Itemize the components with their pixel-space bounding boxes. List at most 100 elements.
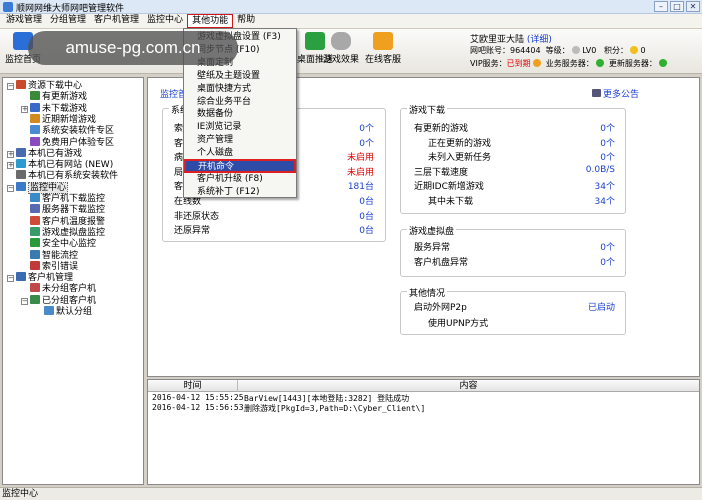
tree-item[interactable]: − 资源下载中心 <box>7 80 82 91</box>
tree-node-icon <box>30 125 40 135</box>
update-server-ok-icon <box>658 59 667 67</box>
menu-bar: 游戏管理 分组管理 客户机管理 监控中心 其他功能 帮助 <box>0 14 702 29</box>
log-col-time[interactable]: 时间 <box>148 380 238 392</box>
tree-item[interactable]: 客户机温度报警 <box>21 215 105 227</box>
tree-item[interactable]: 免费用户体验专区 <box>21 136 115 148</box>
game_download-row-label: 近期IDC新增游戏 <box>414 182 484 193</box>
game_download-row-value: 0.0B/S <box>585 164 615 175</box>
speaker-icon <box>591 89 601 97</box>
status-bar: 监控中心 <box>0 487 702 500</box>
tree-item[interactable]: + 本机已有游戏 <box>7 147 83 159</box>
gamepad-icon <box>331 32 351 50</box>
tree-item[interactable]: 索引错误 <box>21 260 79 272</box>
menu-other-functions[interactable]: 其他功能 <box>187 14 234 28</box>
tree-node-icon <box>16 181 26 191</box>
log-table: 时间 内容 2016-04-12 15:55:25 BarView[1443][本… <box>147 379 700 485</box>
tree-item-label: 智能流控 <box>42 250 79 261</box>
tree-item[interactable]: 智能流控 <box>21 249 79 261</box>
tree-item[interactable]: − 已分组客户机 <box>21 294 97 306</box>
system_group-row-label: 客 <box>174 138 184 149</box>
tree-item[interactable]: 默认分组 <box>35 306 92 317</box>
tree-item[interactable]: + 本机已有网站 (NEW) <box>7 159 113 170</box>
level-badge-icon <box>571 46 580 54</box>
tree-item-label: 资源下载中心 <box>28 81 83 91</box>
tree-item[interactable]: + 未下载游戏 <box>21 102 87 114</box>
tree-node-icon <box>16 80 26 89</box>
log-time-cell: 2016-04-12 15:55:25 <box>152 393 244 402</box>
menu-monitor-center[interactable]: 监控中心 <box>143 14 187 28</box>
game_download-row-value: 0个 <box>600 138 615 149</box>
vip-status: 已到期 <box>506 59 531 68</box>
menu-item[interactable]: IE浏览记录 <box>185 121 295 133</box>
system_group-row-label: 客 <box>174 182 184 193</box>
collapse-icon[interactable]: − <box>7 83 14 90</box>
menu-help[interactable]: 帮助 <box>233 14 259 28</box>
tree-item[interactable]: 未分组客户机 <box>21 283 96 294</box>
game_vdisk-row-label: 服务异常 <box>414 243 451 253</box>
game_download-row-label: 正在更新的游戏 <box>428 138 492 149</box>
tree-node-icon <box>30 193 40 202</box>
tree-item[interactable]: 客户机下载监控 <box>21 193 105 204</box>
menu-group-manage[interactable]: 分组管理 <box>46 14 90 28</box>
tree-item[interactable]: − 客户机管理 <box>7 272 73 283</box>
system_group-row-label: 还原异常 <box>174 226 211 237</box>
collapse-icon[interactable]: − <box>21 297 28 305</box>
log-table-header: 时间 内容 <box>148 380 699 392</box>
collapse-icon[interactable]: − <box>7 184 14 192</box>
customer-service-icon <box>373 32 393 50</box>
system_group-row-value: 0台 <box>359 197 374 207</box>
tree-item[interactable]: 本机已有系统安装软件 <box>7 170 118 181</box>
tree-item-label: 本机已有游戏 <box>28 148 83 159</box>
game_download-row-value: 34个 <box>594 182 615 193</box>
tree-item-label: 索引错误 <box>42 261 79 272</box>
points-label: 积分： <box>603 46 628 55</box>
menu-item[interactable]: 综合业务平台 <box>185 96 295 108</box>
minimize-button[interactable]: – <box>654 1 668 12</box>
game-effect-button[interactable]: 游戏效果 <box>320 32 362 65</box>
other-group-title: 其他情况 <box>407 286 448 299</box>
tree-item-label: 已分组客户机 <box>42 295 97 306</box>
tree-item[interactable]: 安全中心监控 <box>21 238 96 249</box>
log-col-content[interactable]: 内容 <box>238 380 699 392</box>
tree-item-label: 安全中心监控 <box>42 239 97 250</box>
close-button[interactable]: ✕ <box>686 1 700 12</box>
tree-item[interactable]: − 监控中心 <box>7 181 69 194</box>
menu-item[interactable]: 客户机升级 (F8) <box>185 173 295 185</box>
game_download-row-value: 0个 <box>600 124 615 134</box>
tree-node-icon <box>30 283 40 293</box>
menu-item[interactable]: 个人磁盘 <box>185 147 295 159</box>
menu-client-manage[interactable]: 客户机管理 <box>90 14 143 28</box>
tree-item[interactable]: 有更新游戏 <box>21 91 87 102</box>
expand-icon[interactable]: + <box>7 162 14 170</box>
tree-item-label: 服务器下载监控 <box>42 205 106 216</box>
tree-item[interactable]: 游戏虚拟盘监控 <box>21 226 105 238</box>
maximize-button[interactable]: □ <box>670 1 684 12</box>
system_group-row-value: 未启用 <box>346 167 374 178</box>
other-row-label: 启动外网P2p <box>414 303 467 313</box>
menu-item[interactable]: 数据备份 <box>185 108 295 120</box>
online-service-button[interactable]: 在线客服 <box>362 32 404 65</box>
menu-item[interactable]: 开机命令 <box>184 159 296 173</box>
expand-icon[interactable]: + <box>21 105 28 113</box>
tree-node-icon <box>30 294 40 304</box>
service-status-row: VIP服务：已到期 业务服务器： 更新服务器： <box>470 58 667 69</box>
tree-item[interactable]: 服务器下载监控 <box>21 204 105 215</box>
tree-item-label: 免费用户体验专区 <box>42 137 115 148</box>
vip-warning-icon <box>532 59 541 67</box>
menu-game-manage[interactable]: 游戏管理 <box>2 14 46 28</box>
menu-item[interactable]: 桌面快捷方式 <box>185 83 295 95</box>
tree-node-icon <box>30 238 40 248</box>
menu-item[interactable]: 资产管理 <box>185 134 295 146</box>
menu-item[interactable]: 壁纸及主题设置 <box>185 70 295 82</box>
other-row-label: 使用UPNP方式 <box>428 319 489 329</box>
account-detail-link[interactable]: (详细) <box>527 35 552 45</box>
tree-item[interactable]: 系统安装软件专区 <box>21 125 114 136</box>
expand-icon[interactable]: + <box>7 150 14 158</box>
level-value: LV0 <box>582 46 597 55</box>
window-title: 顺网网维大师网吧管理软件 <box>16 4 125 14</box>
collapse-icon[interactable]: − <box>7 275 14 283</box>
tree-item[interactable]: 近期新增游戏 <box>21 113 96 125</box>
menu-item[interactable]: 系统补丁 (F12) <box>185 186 295 198</box>
more-announcements-link[interactable]: 更多公告 <box>591 87 639 100</box>
account-name: 艾欧里亚大陆 <box>470 35 525 45</box>
